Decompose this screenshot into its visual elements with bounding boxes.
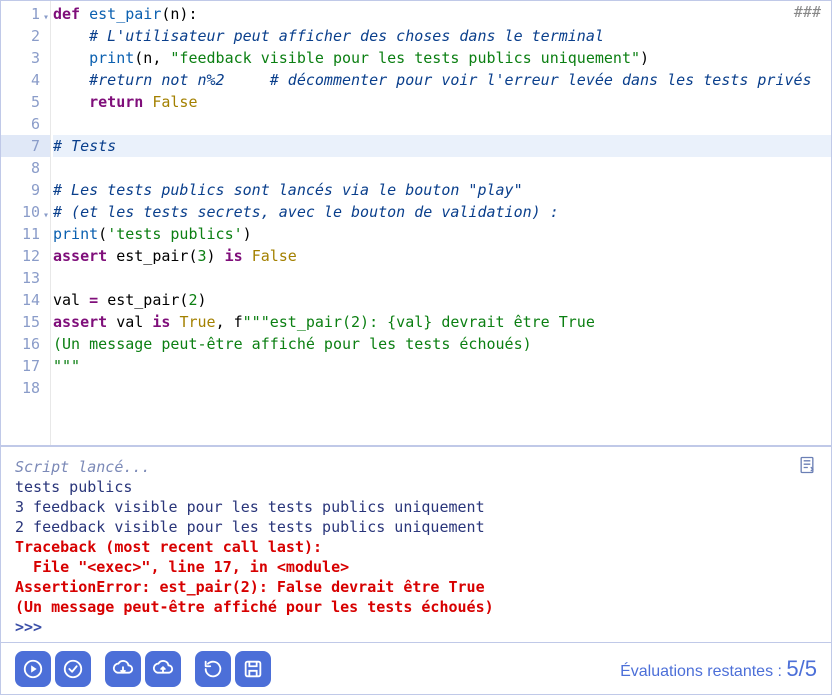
console-pane[interactable]: Script lancé... tests publics3 feedback … (1, 446, 831, 642)
restart-button[interactable] (195, 651, 231, 687)
code-line[interactable]: return False (53, 91, 831, 113)
console-line: AssertionError: est_pair(2): False devra… (15, 577, 819, 597)
gutter-line-number: 9 (1, 179, 50, 201)
code-line[interactable]: """ (53, 355, 831, 377)
gutter-line-number: 14 (1, 289, 50, 311)
evaluations-remaining: Évaluations restantes : 5/5 (620, 656, 817, 682)
gutter-line-number: 2 (1, 25, 50, 47)
code-line[interactable]: assert val is True, f"""est_pair(2): {va… (53, 311, 831, 333)
gutter-line-number: 18 (1, 377, 50, 399)
code-editor-pane[interactable]: 1▾2345678910▾1112131415161718 ### def es… (1, 1, 831, 446)
code-line[interactable]: #return not n%2 # décommenter pour voir … (53, 69, 831, 91)
save-button[interactable] (235, 651, 271, 687)
code-line[interactable] (53, 377, 831, 399)
code-line[interactable]: # Les tests publics sont lancés via le b… (53, 179, 831, 201)
console-prompt[interactable]: >>> (15, 617, 819, 637)
code-line[interactable]: assert est_pair(3) is False (53, 245, 831, 267)
validate-button[interactable] (55, 651, 91, 687)
eval-label: Évaluations restantes : (620, 663, 786, 680)
gutter-line-number: 6 (1, 113, 50, 135)
gutter-line-number: 12 (1, 245, 50, 267)
code-line[interactable] (53, 157, 831, 179)
console-line: 2 feedback visible pour les tests public… (15, 517, 819, 537)
code-line[interactable]: print('tests publics') (53, 223, 831, 245)
code-line[interactable] (53, 267, 831, 289)
gutter-line-number: 7 (1, 135, 50, 157)
download-button[interactable] (105, 651, 141, 687)
gutter-line-number: 17 (1, 355, 50, 377)
gutter-line-number: 13 (1, 267, 50, 289)
code-line[interactable]: print(n, "feedback visible pour les test… (53, 47, 831, 69)
code-line[interactable]: def est_pair(n): (53, 3, 831, 25)
console-line: tests publics (15, 477, 819, 497)
gutter-line-number: 8 (1, 157, 50, 179)
gutter-line-number: 1▾ (1, 3, 50, 25)
play-button[interactable] (15, 651, 51, 687)
gutter-line-number: 3 (1, 47, 50, 69)
gutter-line-number: 11 (1, 223, 50, 245)
console-line: 3 feedback visible pour les tests public… (15, 497, 819, 517)
console-status: Script lancé... (15, 457, 819, 477)
gutter-line-number: 16 (1, 333, 50, 355)
gutter-line-number: 5 (1, 91, 50, 113)
code-line[interactable]: (Un message peut-être affiché pour les t… (53, 333, 831, 355)
footer-bar: Évaluations restantes : 5/5 (1, 642, 831, 694)
gutter-line-number: 4 (1, 69, 50, 91)
code-line[interactable]: # L'utilisateur peut afficher des choses… (53, 25, 831, 47)
gutter: 1▾2345678910▾1112131415161718 (1, 1, 51, 445)
code-line[interactable]: val = est_pair(2) (53, 289, 831, 311)
code-line[interactable]: # (et les tests secrets, avec le bouton … (53, 201, 831, 223)
editor-right-marker: ### (794, 3, 821, 21)
eval-value: 5/5 (786, 656, 817, 681)
console-line: (Un message peut-être affiché pour les t… (15, 597, 819, 617)
console-line: Traceback (most recent call last): (15, 537, 819, 557)
gutter-line-number: 15 (1, 311, 50, 333)
code-line[interactable]: # Tests (53, 135, 831, 157)
gutter-line-number: 10▾ (1, 201, 50, 223)
code-line[interactable] (53, 113, 831, 135)
console-line: File "<exec>", line 17, in <module> (15, 557, 819, 577)
restore-icon[interactable] (797, 455, 817, 480)
upload-button[interactable] (145, 651, 181, 687)
code-area[interactable]: ### def est_pair(n): # L'utilisateur peu… (51, 1, 831, 445)
